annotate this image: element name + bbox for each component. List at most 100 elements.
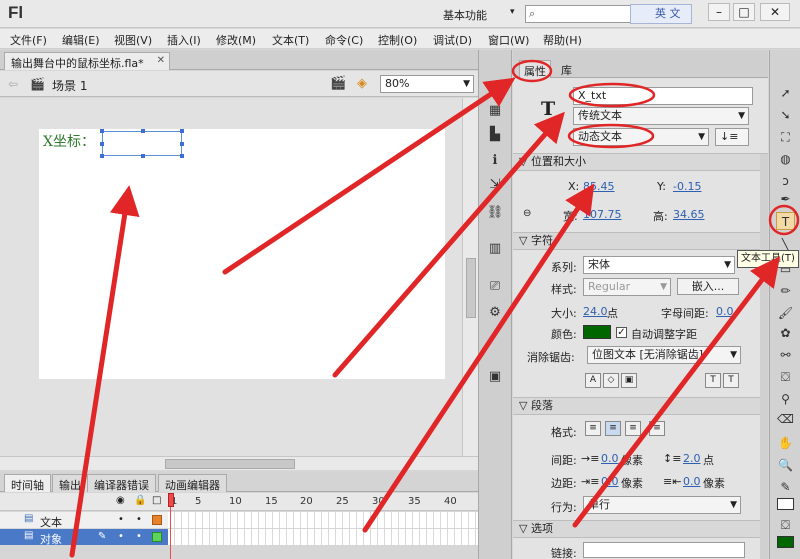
- outline-icon[interactable]: □: [152, 495, 161, 506]
- bone-tool-icon[interactable]: ⚯: [776, 346, 795, 364]
- workspace-switcher[interactable]: 基本功能: [443, 7, 487, 23]
- pencil-tool-icon[interactable]: ✏: [776, 282, 795, 300]
- library-icon[interactable]: ▥: [485, 240, 505, 258]
- eyedropper-icon[interactable]: ⚲: [776, 390, 795, 408]
- deco-tool-icon[interactable]: ✿: [776, 324, 795, 342]
- resize-handle[interactable]: [100, 129, 104, 133]
- edit-scene-icon[interactable]: 🎬: [330, 76, 346, 91]
- menu-modify[interactable]: 修改(M): [216, 32, 256, 48]
- actions-icon[interactable]: ⎚: [485, 278, 505, 296]
- stage-vertical-scrollbar[interactable]: [462, 98, 478, 456]
- close-icon[interactable]: ✕: [157, 55, 165, 66]
- layer-frames[interactable]: [168, 529, 478, 545]
- tab-compiler-errors[interactable]: 编译器错误: [87, 474, 156, 492]
- anti-alias-select[interactable]: 位图文本 [无消除锯齿] ▼: [587, 346, 741, 364]
- stage-horizontal-scrollbar[interactable]: [0, 456, 478, 470]
- selectable-text-icon[interactable]: A: [585, 373, 601, 388]
- tab-motion-editor[interactable]: 动画编辑器: [158, 474, 227, 492]
- tab-library[interactable]: 库: [557, 60, 576, 78]
- layer-header[interactable]: ▤ 文本 • •: [0, 512, 168, 530]
- y-value[interactable]: -0.15: [673, 180, 701, 193]
- lock-dot[interactable]: •: [136, 514, 142, 525]
- x-coordinate-label[interactable]: X坐标：: [43, 131, 95, 151]
- text-type-select[interactable]: 动态文本 ▼: [573, 128, 709, 146]
- outline-color-box[interactable]: [152, 515, 162, 525]
- stage[interactable]: X坐标：: [39, 129, 445, 379]
- layer-header[interactable]: ▤ 对象 ✎ • •: [0, 529, 168, 546]
- align-center-icon[interactable]: ≡: [605, 421, 621, 436]
- resize-handle[interactable]: [100, 142, 104, 146]
- menu-control[interactable]: 控制(O): [378, 32, 417, 48]
- text-orientation-select[interactable]: ↓≡: [715, 128, 749, 146]
- resize-handle[interactable]: [180, 129, 184, 133]
- scroll-thumb[interactable]: [466, 258, 476, 318]
- lasso-tool-icon[interactable]: ↄ: [776, 172, 795, 190]
- hand-tool-icon[interactable]: ✋: [776, 434, 795, 452]
- render-html-icon[interactable]: ◇: [603, 373, 619, 388]
- minimize-button[interactable]: –: [708, 3, 730, 21]
- menu-file[interactable]: 文件(F): [10, 32, 47, 48]
- properties-scrollbar[interactable]: [760, 154, 768, 559]
- height-value[interactable]: 34.65: [673, 208, 705, 221]
- menu-view[interactable]: 视图(V): [114, 32, 152, 48]
- align-left-icon[interactable]: ≡: [585, 421, 601, 436]
- tab-timeline[interactable]: 时间轴: [4, 474, 51, 492]
- embed-button[interactable]: 嵌入...: [677, 278, 739, 295]
- line-spacing-value[interactable]: 2.0: [683, 452, 701, 465]
- link-input[interactable]: [583, 542, 745, 558]
- behavior-select[interactable]: 单行 ▼: [583, 496, 741, 514]
- instance-name-input[interactable]: X_txt: [573, 87, 753, 105]
- playhead-handle[interactable]: [168, 493, 174, 507]
- position-size-section[interactable]: ▽ 位置和大小: [513, 153, 768, 171]
- menu-edit[interactable]: 编辑(E): [62, 32, 100, 48]
- stroke-color-swatch[interactable]: [777, 498, 794, 510]
- align-justify-icon[interactable]: ≡: [649, 421, 665, 436]
- components-icon[interactable]: ⚙: [485, 304, 505, 322]
- text-engine-select[interactable]: 传统文本 ▼: [573, 107, 749, 125]
- layer-row[interactable]: ▤ 对象 ✎ • •: [0, 529, 478, 546]
- text-color-swatch[interactable]: [583, 325, 611, 339]
- link-size-icon[interactable]: ⊖: [523, 208, 531, 219]
- 3d-rotation-icon[interactable]: ◍: [776, 150, 795, 168]
- menu-insert[interactable]: 插入(I): [167, 32, 201, 48]
- tab-properties[interactable]: 属性: [519, 60, 551, 78]
- character-section[interactable]: ▽ 字符: [513, 232, 768, 250]
- eye-icon[interactable]: ◉: [116, 495, 125, 506]
- playhead[interactable]: [168, 493, 174, 559]
- auto-kern-checkbox[interactable]: ✓: [616, 327, 627, 338]
- indent-value[interactable]: 0.0: [601, 452, 619, 465]
- subscript-icon[interactable]: T: [723, 373, 739, 388]
- paragraph-section[interactable]: ▽ 段落: [513, 397, 768, 415]
- free-transform-icon[interactable]: ⛶: [776, 128, 795, 146]
- code-snippets-icon[interactable]: ⛓: [485, 204, 505, 222]
- show-border-icon[interactable]: ▣: [621, 373, 637, 388]
- left-margin-value[interactable]: 0.0: [601, 475, 619, 488]
- back-arrow-icon[interactable]: ⇦: [8, 77, 18, 91]
- dynamic-text-field[interactable]: [100, 129, 184, 158]
- resize-handle[interactable]: [100, 154, 104, 158]
- ime-indicator[interactable]: 英 文: [630, 4, 692, 24]
- letter-spacing-value[interactable]: 0.0: [716, 305, 734, 318]
- resize-handle[interactable]: [141, 129, 145, 133]
- close-button[interactable]: ✕: [760, 3, 790, 21]
- swatches-icon[interactable]: ▦: [485, 102, 505, 120]
- selection-tool-icon[interactable]: ➚: [776, 84, 795, 102]
- menu-debug[interactable]: 调试(D): [433, 32, 472, 48]
- width-value[interactable]: 107.75: [583, 208, 622, 221]
- font-style-select[interactable]: Regular ▼: [583, 278, 671, 296]
- lock-dot[interactable]: •: [136, 531, 142, 542]
- edit-symbol-icon[interactable]: ◈: [357, 76, 367, 91]
- layer-name[interactable]: 文本: [40, 514, 62, 530]
- align-icon[interactable]: ▙: [485, 126, 505, 144]
- right-margin-value[interactable]: 0.0: [683, 475, 701, 488]
- pen-tool-icon[interactable]: ✒: [776, 190, 795, 208]
- options-section[interactable]: ▽ 选项: [513, 520, 768, 538]
- menu-window[interactable]: 窗口(W): [488, 32, 529, 48]
- fill-color-swatch[interactable]: [777, 536, 794, 548]
- outline-color-box[interactable]: [152, 532, 162, 542]
- color-panel-icon[interactable]: 🎨: [485, 80, 505, 98]
- info-icon[interactable]: ℹ: [485, 152, 505, 170]
- menu-text[interactable]: 文本(T): [272, 32, 309, 48]
- tab-output[interactable]: 输出: [52, 474, 88, 492]
- menu-help[interactable]: 帮助(H): [543, 32, 582, 48]
